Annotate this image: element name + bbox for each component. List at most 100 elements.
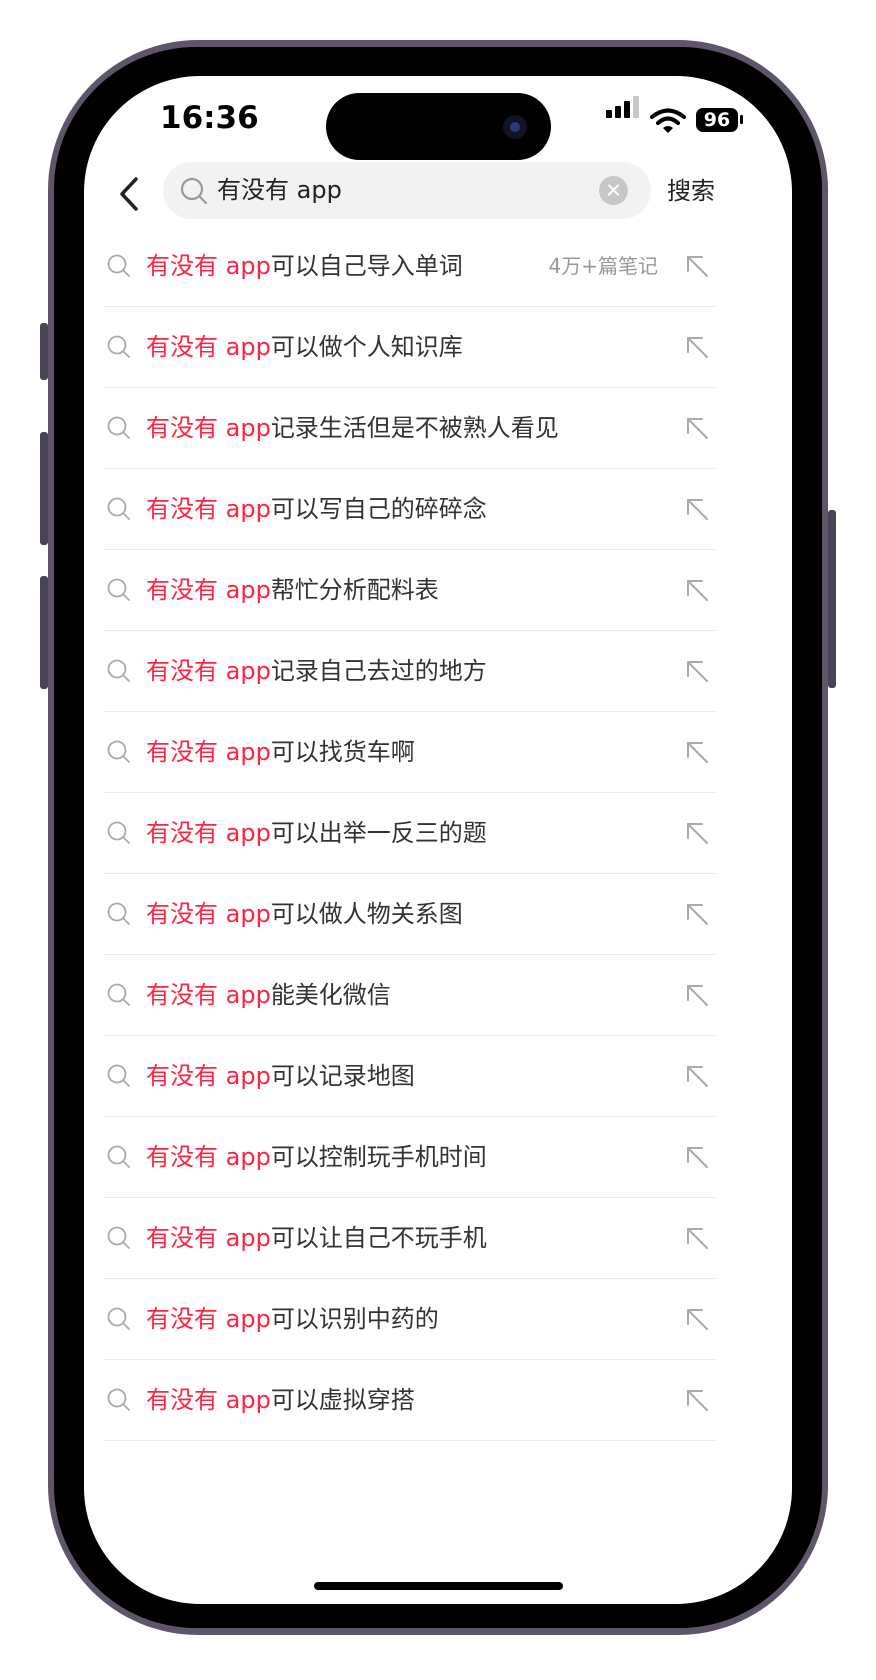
- suggestion-highlight: 有没有 app: [146, 1143, 271, 1171]
- fill-query-arrow-icon[interactable]: [682, 818, 712, 848]
- fill-query-arrow-icon[interactable]: [682, 737, 712, 767]
- camera-icon: [503, 115, 527, 139]
- search-icon: [107, 1145, 130, 1168]
- suggestion-highlight: 有没有 app: [146, 495, 271, 523]
- suggestion-rest: 可以写自己的碎碎念: [270, 495, 487, 523]
- suggestion-rest: 可以做人物关系图: [270, 900, 463, 928]
- suggestion-text: 有没有 app记录生活但是不被熟人看见: [146, 388, 559, 468]
- suggestion-highlight: 有没有 app: [146, 333, 271, 361]
- fill-query-arrow-icon[interactable]: [682, 1385, 712, 1415]
- suggestion-highlight: 有没有 app: [146, 1386, 271, 1414]
- fill-query-arrow-icon[interactable]: [682, 656, 712, 686]
- clear-search-icon[interactable]: [599, 176, 628, 205]
- suggestion-row[interactable]: 有没有 app可以出举一反三的题: [104, 793, 716, 874]
- suggestion-row[interactable]: 有没有 app记录生活但是不被熟人看见: [104, 388, 716, 469]
- search-icon: [107, 1388, 130, 1411]
- power-button: [828, 510, 836, 688]
- fill-query-arrow-icon[interactable]: [682, 980, 712, 1010]
- suggestion-highlight: 有没有 app: [146, 1305, 271, 1333]
- suggestion-rest: 可以控制玩手机时间: [270, 1143, 487, 1171]
- suggestion-text: 有没有 app可以做个人知识库: [146, 307, 463, 387]
- suggestion-rest: 可以让自己不玩手机: [270, 1224, 487, 1252]
- suggestion-text: 有没有 app可以虚拟穿搭: [146, 1360, 415, 1440]
- suggestion-highlight: 有没有 app: [146, 657, 271, 685]
- fill-query-arrow-icon[interactable]: [682, 899, 712, 929]
- fill-query-arrow-icon[interactable]: [682, 575, 712, 605]
- suggestion-text: 有没有 app记录自己去过的地方: [146, 631, 487, 711]
- search-query-text[interactable]: 有没有 app: [217, 162, 342, 219]
- suggestion-row[interactable]: 有没有 app可以做个人知识库: [104, 307, 716, 388]
- suggestion-rest: 记录生活但是不被熟人看见: [270, 414, 559, 442]
- suggestion-rest: 可以找货车啊: [270, 738, 415, 766]
- suggestion-text: 有没有 app帮忙分析配料表: [146, 550, 439, 630]
- suggestion-rest: 可以记录地图: [270, 1062, 415, 1090]
- screen: 16:36 96 有没有 app 搜索 有没有 app可以自己导入单词 4万+篇笔…: [84, 76, 792, 1604]
- suggestion-text: 有没有 app可以记录地图: [146, 1036, 415, 1116]
- suggestion-list: 有没有 app可以自己导入单词 4万+篇笔记 有没有 app可以做个人知识库 有没有 …: [104, 226, 716, 1441]
- search-input[interactable]: 有没有 app: [163, 162, 651, 219]
- suggestion-row[interactable]: 有没有 app可以找货车啊: [104, 712, 716, 793]
- suggestion-text: 有没有 app可以自己导入单词: [146, 226, 463, 306]
- suggestion-text: 有没有 app可以让自己不玩手机: [146, 1198, 487, 1278]
- suggestion-row[interactable]: 有没有 app可以写自己的碎碎念: [104, 469, 716, 550]
- search-icon: [180, 177, 208, 205]
- suggestion-row[interactable]: 有没有 app可以控制玩手机时间: [104, 1117, 716, 1198]
- suggestion-rest: 记录自己去过的地方: [270, 657, 487, 685]
- suggestion-text: 有没有 app可以识别中药的: [146, 1279, 439, 1359]
- suggestion-row[interactable]: 有没有 app可以做人物关系图: [104, 874, 716, 955]
- search-icon: [107, 1226, 130, 1249]
- suggestion-highlight: 有没有 app: [146, 576, 271, 604]
- fill-query-arrow-icon[interactable]: [682, 1223, 712, 1253]
- search-button[interactable]: 搜索: [667, 172, 715, 210]
- note-count: 4万+篇笔记: [548, 254, 658, 278]
- mute-switch: [40, 323, 48, 380]
- suggestion-text: 有没有 app能美化微信: [146, 955, 391, 1035]
- suggestion-highlight: 有没有 app: [146, 900, 271, 928]
- search-icon: [107, 335, 130, 358]
- search-icon: [107, 983, 130, 1006]
- suggestion-row[interactable]: 有没有 app可以识别中药的: [104, 1279, 716, 1360]
- suggestion-rest: 可以做个人知识库: [270, 333, 463, 361]
- search-icon: [107, 416, 130, 439]
- search-icon: [107, 578, 130, 601]
- search-icon: [107, 740, 130, 763]
- suggestion-row[interactable]: 有没有 app可以虚拟穿搭: [104, 1360, 716, 1441]
- suggestion-rest: 可以出举一反三的题: [270, 819, 487, 847]
- suggestion-row[interactable]: 有没有 app帮忙分析配料表: [104, 550, 716, 631]
- suggestion-rest: 可以自己导入单词: [270, 252, 463, 280]
- suggestion-text: 有没有 app可以找货车啊: [146, 712, 415, 792]
- suggestion-rest: 帮忙分析配料表: [270, 576, 439, 604]
- suggestion-highlight: 有没有 app: [146, 414, 271, 442]
- search-icon: [107, 1307, 130, 1330]
- fill-query-arrow-icon[interactable]: [682, 413, 712, 443]
- suggestion-text: 有没有 app可以做人物关系图: [146, 874, 463, 954]
- search-icon: [107, 821, 130, 844]
- volume-down-button: [40, 576, 48, 689]
- volume-up-button: [40, 432, 48, 545]
- fill-query-arrow-icon[interactable]: [682, 1304, 712, 1334]
- suggestion-text: 有没有 app可以控制玩手机时间: [146, 1117, 487, 1197]
- suggestion-text: 有没有 app可以出举一反三的题: [146, 793, 487, 873]
- suggestion-highlight: 有没有 app: [146, 981, 271, 1009]
- suggestion-highlight: 有没有 app: [146, 1062, 271, 1090]
- suggestion-rest: 可以虚拟穿搭: [270, 1386, 415, 1414]
- search-icon: [107, 497, 130, 520]
- search-icon: [107, 659, 130, 682]
- suggestion-row[interactable]: 有没有 app可以自己导入单词 4万+篇笔记: [104, 226, 716, 307]
- home-indicator[interactable]: [314, 1582, 563, 1590]
- search-icon: [107, 254, 130, 277]
- suggestion-row[interactable]: 有没有 app能美化微信: [104, 955, 716, 1036]
- suggestion-row[interactable]: 有没有 app记录自己去过的地方: [104, 631, 716, 712]
- fill-query-arrow-icon[interactable]: [682, 332, 712, 362]
- suggestion-highlight: 有没有 app: [146, 819, 271, 847]
- fill-query-arrow-icon[interactable]: [682, 1061, 712, 1091]
- back-arrow-icon[interactable]: [114, 174, 144, 214]
- fill-query-arrow-icon[interactable]: [682, 1142, 712, 1172]
- suggestion-highlight: 有没有 app: [146, 738, 271, 766]
- fill-query-arrow-icon[interactable]: [682, 494, 712, 524]
- suggestion-row[interactable]: 有没有 app可以记录地图: [104, 1036, 716, 1117]
- fill-query-arrow-icon[interactable]: [682, 251, 712, 281]
- suggestion-rest: 可以识别中药的: [270, 1305, 439, 1333]
- suggestion-row[interactable]: 有没有 app可以让自己不玩手机: [104, 1198, 716, 1279]
- suggestion-highlight: 有没有 app: [146, 1224, 271, 1252]
